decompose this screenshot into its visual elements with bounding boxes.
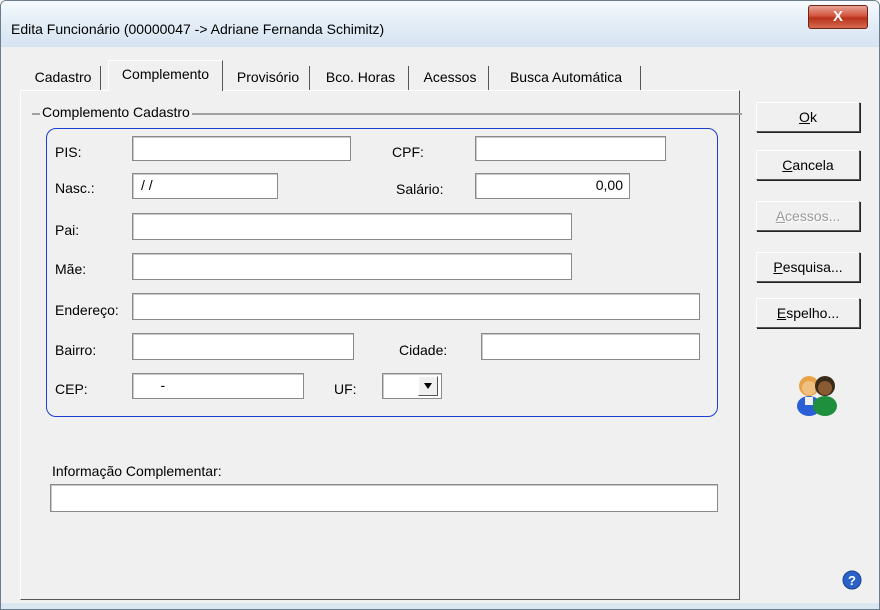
pesquisa-button[interactable]: Pesquisa... [756,252,860,282]
close-button[interactable]: X [808,5,868,29]
salario-label: Salário: [396,181,444,197]
salario-field[interactable]: 0,00 [475,173,630,199]
bairro-label: Bairro: [55,342,97,358]
title-bar: Edita Funcionário (00000047 -> Adriane F… [1,1,879,47]
ok-button[interactable]: Ok [756,102,860,132]
endereco-field[interactable] [132,293,700,320]
pis-field[interactable] [132,136,351,161]
pai-field[interactable] [132,213,572,240]
tab-acessos[interactable]: Acessos [412,66,489,90]
window-frame-bottom [1,603,879,609]
users-icon [795,372,841,416]
pis-label: PIS: [55,144,82,160]
svg-text:?: ? [848,573,856,588]
tab-bco-horas[interactable]: Bco. Horas [313,66,409,90]
pai-label: Pai: [55,222,80,238]
nasc-field[interactable]: / / [132,173,278,199]
endereco-label: Endereço: [55,302,119,318]
tab-busca-automatica[interactable]: Busca Automática [492,66,641,90]
cep-field[interactable]: - [132,373,304,399]
help-icon[interactable]: ? [842,570,862,590]
espelho-button[interactable]: Espelho... [756,298,860,328]
cidade-field[interactable] [481,333,700,360]
uf-label: UF: [334,381,357,397]
bairro-field[interactable] [132,333,354,360]
tab-cadastro[interactable]: Cadastro [26,66,101,90]
info-complementar-field[interactable] [50,484,718,512]
cidade-label: Cidade: [399,342,448,358]
cep-label: CEP: [55,381,88,397]
cancela-button[interactable]: Cancela [756,150,860,180]
group-label: Complemento Cadastro [40,104,192,120]
tab-complemento[interactable]: Complemento [108,60,223,91]
info-complementar-label: Informação Complementar: [52,463,222,479]
acessos-button[interactable]: Acessos... [756,201,860,231]
nasc-label: Nasc.: [55,180,95,196]
mae-field[interactable] [132,253,572,280]
window-title: Edita Funcionário (00000047 -> Adriane F… [11,21,385,37]
tab-provisorio[interactable]: Provisório [227,66,310,90]
cpf-field[interactable] [475,136,666,161]
mae-label: Mãe: [55,261,87,277]
chevron-down-icon[interactable] [418,376,438,396]
cpf-label: CPF: [392,144,424,160]
